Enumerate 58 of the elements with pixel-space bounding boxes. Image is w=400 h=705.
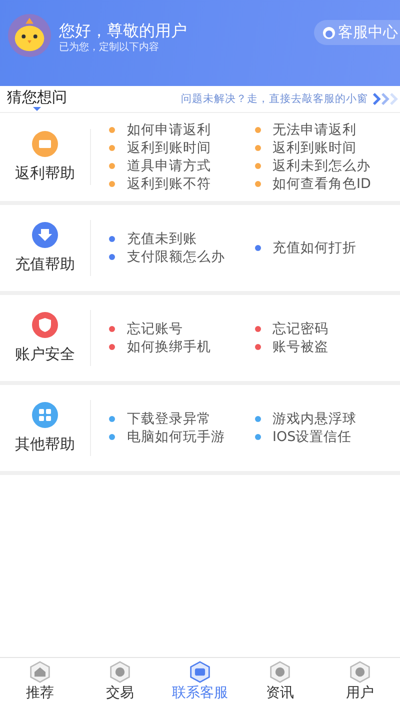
question-link[interactable]: 如何查看角色ID [254, 175, 400, 193]
bullet-dot [109, 163, 115, 169]
greeting-text: 您好，尊敬的用户 [59, 21, 188, 41]
bullet-dot [109, 434, 115, 440]
question-link[interactable]: 如何申请返利 [109, 121, 254, 139]
question-link[interactable]: 返利到账不符 [109, 175, 254, 193]
hexagon-icon [269, 661, 291, 683]
category-title: 账户安全 [15, 345, 75, 364]
question-link[interactable]: 忘记密码 [254, 320, 400, 338]
question-link[interactable]: 返利未到怎么办 [254, 157, 400, 175]
question-link[interactable]: 电脑如何玩手游 [109, 428, 254, 446]
hexagon-icon [349, 661, 371, 683]
question-link[interactable]: 道具申请方式 [109, 157, 254, 175]
bullet-dot [254, 127, 260, 133]
bullet-dot [109, 416, 115, 422]
question-link[interactable]: 充值未到账 [109, 230, 254, 248]
nav-tab[interactable]: 交易 [80, 658, 160, 705]
bullet-dot [109, 326, 115, 332]
question-link[interactable]: 账号被盗 [254, 338, 400, 356]
question-link[interactable]: 无法申请返利 [254, 121, 400, 139]
bullet-dot [109, 344, 115, 350]
category-title: 其他帮助 [15, 435, 75, 454]
question-link[interactable]: 返利到账时间 [254, 139, 400, 157]
nav-tab[interactable]: 资讯 [240, 658, 320, 705]
nav-tab[interactable]: 联系客服 [160, 658, 240, 705]
category-title: 充值帮助 [15, 255, 75, 274]
bullet-dot [254, 145, 260, 151]
house-icon [29, 661, 51, 683]
question-link[interactable]: 充值如何打折 [254, 239, 400, 257]
question-link[interactable]: 游戏内悬浮球 [254, 410, 400, 428]
nav-tab[interactable]: 推荐 [0, 658, 80, 705]
bullet-dot [254, 416, 260, 422]
category-title: 返利帮助 [15, 164, 75, 183]
bullet-dot [254, 181, 260, 187]
question-link[interactable]: 支付限额怎么办 [109, 248, 254, 266]
hexagon-icon [109, 661, 131, 683]
bullet-dot [254, 434, 260, 440]
subtitle-text: 已为您，定制以下内容 [59, 41, 160, 55]
bullet-dot [254, 163, 260, 169]
question-link[interactable]: 下载登录异常 [109, 410, 254, 428]
caret-icon [33, 106, 41, 110]
question-link[interactable]: IOS设置信任 [254, 428, 400, 446]
question-link[interactable]: 返利到账时间 [109, 139, 254, 157]
nav-tab[interactable]: 用户 [320, 658, 400, 705]
bullet-dot [109, 254, 115, 260]
bullet-dot [109, 236, 115, 242]
bullet-dot [109, 127, 115, 133]
chevrons-icon [372, 93, 398, 105]
chat-bubble-icon [189, 661, 211, 683]
bullet-dot [254, 245, 260, 251]
section-title: 猜您想问 [7, 88, 67, 106]
bullet-dot [254, 344, 260, 350]
question-link[interactable]: 如何换绑手机 [109, 338, 254, 356]
bullet-dot [109, 181, 115, 187]
question-link[interactable]: 忘记账号 [109, 320, 254, 338]
chick-avatar-icon [8, 14, 51, 57]
bullet-dot [254, 326, 260, 332]
bullet-dot [109, 145, 115, 151]
